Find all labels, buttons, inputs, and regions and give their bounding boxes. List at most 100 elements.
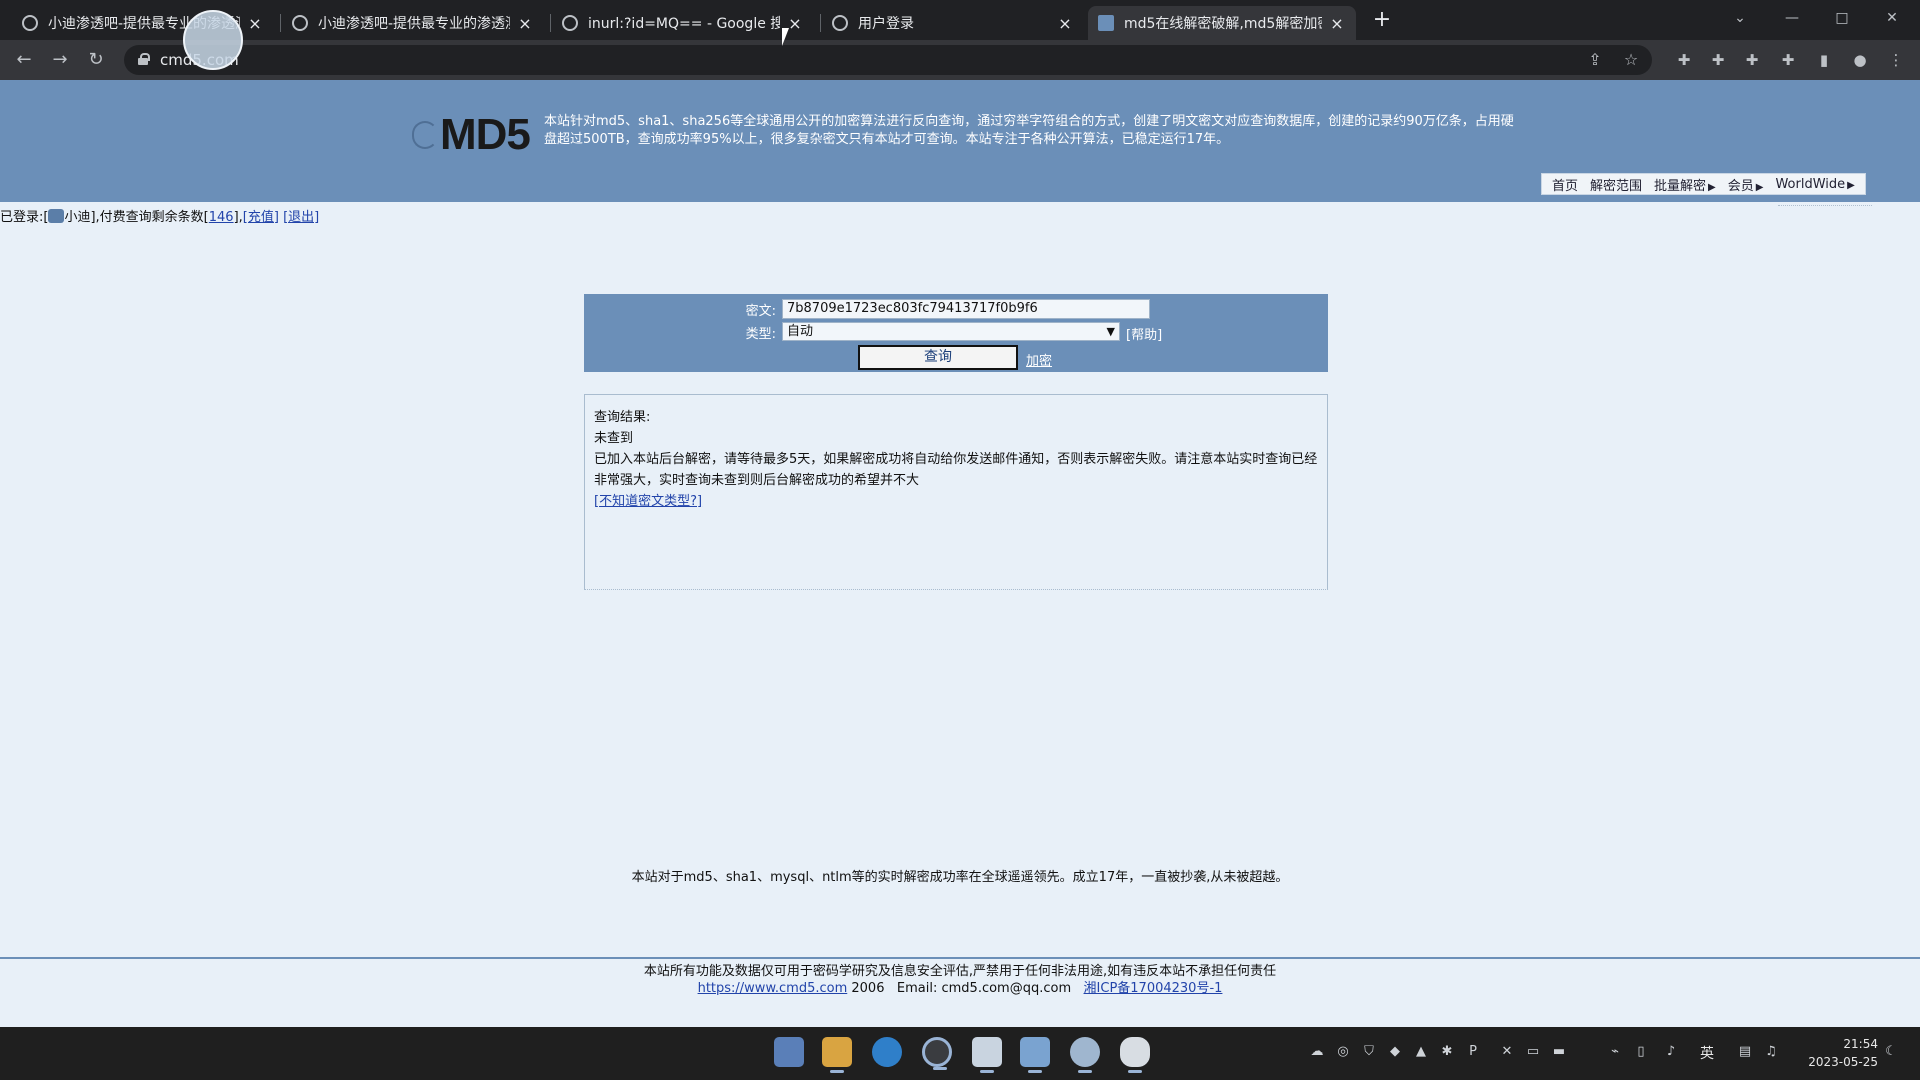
display-icon[interactable]: ▭: [1524, 1043, 1542, 1061]
photos-icon[interactable]: [1020, 1037, 1050, 1073]
site-header: MD5 本站针对md5、sha1、sha256等全球通用公开的加密算法进行反向查…: [0, 80, 1920, 202]
login-prefix: 已登录:[: [0, 210, 49, 225]
result-heading: 查询结果:: [594, 410, 651, 425]
settings-icon[interactable]: [1120, 1037, 1150, 1073]
tab-close-icon[interactable]: ×: [516, 14, 534, 33]
nav-label: 首页: [1552, 178, 1579, 194]
nav-batch-decrypt[interactable]: 批量解密 ▶: [1648, 175, 1722, 194]
cloud-icon[interactable]: ☁: [1308, 1043, 1326, 1061]
browser-toolbar: ← → ↻ cmd5.com ⇪ ☆ ✚ ✚ ✚ ✚ ▮ ● ⋮: [0, 40, 1920, 80]
help-link[interactable]: [帮助]: [1126, 324, 1162, 343]
extensions-puzzle-icon[interactable]: ✚: [1778, 50, 1798, 70]
footer-year: 2006: [851, 981, 885, 996]
tray-app-icon[interactable]: ▲: [1412, 1043, 1430, 1061]
tab-close-icon[interactable]: ×: [246, 14, 264, 33]
extension-icon[interactable]: ✚: [1742, 50, 1762, 70]
forward-button[interactable]: →: [46, 46, 74, 74]
chrome-icon[interactable]: [922, 1037, 952, 1070]
side-panel-icon[interactable]: ▮: [1814, 50, 1834, 70]
new-tab-button[interactable]: +: [1368, 6, 1396, 34]
taskbar: ☁ ◎ ⛉ ◆ ▲ ✱ P ✕ ▭ ▬ ⌁ ▯ ♪ 英 ▤ ♫ 21:54 20…: [0, 1027, 1920, 1080]
username: 小迪: [64, 210, 91, 225]
footer-icp-link[interactable]: 湘ICP备17004230号-1: [1084, 981, 1223, 996]
profile-icon[interactable]: ●: [1850, 50, 1870, 70]
tab-xiaodi-2[interactable]: 小迪渗透吧-提供最专业的渗透测 ×: [282, 6, 544, 40]
start-icon[interactable]: [774, 1037, 804, 1067]
encrypt-link[interactable]: 加密: [1026, 350, 1052, 369]
browser-tab-bar: 小迪渗透吧-提供最专业的渗透测 × 小迪渗透吧-提供最专业的渗透测 × inur…: [0, 0, 1920, 40]
recharge-link[interactable]: [充值]: [243, 210, 279, 225]
result-message: 已加入本站后台解密，请等待最多5天，如果解密成功将自动给你发送邮件通知，否则表示…: [594, 452, 1318, 488]
share-icon[interactable]: ⇪: [1584, 49, 1606, 71]
site-logo[interactable]: MD5: [412, 110, 531, 160]
type-select[interactable]: 自动 ▼: [782, 322, 1120, 341]
wifi-icon[interactable]: ▤: [1736, 1043, 1754, 1061]
globe-icon: [832, 15, 848, 31]
chevron-down-icon: ▼: [1106, 325, 1115, 338]
query-button[interactable]: 查询: [858, 345, 1018, 370]
back-button[interactable]: ←: [10, 46, 38, 74]
lock-icon[interactable]: [138, 53, 150, 65]
tab-title: inurl:?id=MQ== - Google 搜索: [588, 16, 780, 32]
nav-label: 批量解密: [1654, 178, 1707, 194]
tray-app-icon[interactable]: ✕: [1498, 1043, 1516, 1061]
footer-divider: [0, 957, 1920, 959]
nav-decrypt-range[interactable]: 解密范围: [1584, 175, 1648, 194]
close-window-button[interactable]: ✕: [1872, 4, 1912, 32]
tab-separator: [280, 14, 281, 32]
clock-date[interactable]: 2023-05-25: [1794, 1055, 1878, 1069]
clock-time[interactable]: 21:54: [1824, 1037, 1878, 1051]
footer-info: https://www.cmd5.com 2006 Email: cmd5.co…: [0, 977, 1920, 996]
nav-label: 解密范围: [1590, 178, 1643, 194]
notification-icon[interactable]: ☾: [1882, 1043, 1900, 1061]
logout-link[interactable]: [退出]: [283, 210, 319, 225]
address-bar[interactable]: cmd5.com ⇪ ☆: [124, 45, 1652, 75]
tray-app-icon[interactable]: P: [1464, 1043, 1482, 1061]
tab-md5-active[interactable]: md5在线解密破解,md5解密加密 ×: [1088, 6, 1356, 40]
mouse-pointer-icon: [782, 28, 789, 46]
tray-app-icon[interactable]: ▬: [1550, 1043, 1568, 1061]
tab-user-login[interactable]: 用户登录 ×: [822, 6, 1084, 40]
battery-icon[interactable]: ▯: [1632, 1043, 1650, 1061]
tray-app-icon[interactable]: ◆: [1386, 1043, 1404, 1061]
result-status: 未查到: [594, 431, 634, 446]
maximize-button[interactable]: □: [1822, 4, 1862, 32]
app-icon[interactable]: [972, 1037, 1002, 1073]
tab-google-search[interactable]: inurl:?id=MQ== - Google 搜索 ×: [552, 6, 814, 40]
app-icon[interactable]: [1070, 1037, 1100, 1073]
tab-close-icon[interactable]: ×: [1328, 14, 1346, 33]
settings-gear-icon[interactable]: ✱: [1438, 1043, 1456, 1061]
edge-icon[interactable]: [872, 1037, 902, 1067]
tab-search-icon[interactable]: ⌄: [1720, 4, 1760, 32]
bookmark-star-icon[interactable]: ☆: [1620, 49, 1642, 71]
tab-title: md5在线解密破解,md5解密加密: [1124, 16, 1322, 32]
tray-app-icon[interactable]: ◎: [1334, 1043, 1352, 1061]
tab-separator: [820, 14, 821, 32]
nav-worldwide[interactable]: WorldWide ▶: [1769, 177, 1860, 192]
type-selected-value: 自动: [787, 324, 814, 339]
tab-close-icon[interactable]: ×: [1056, 14, 1074, 33]
extension-icon[interactable]: ✚: [1708, 50, 1728, 70]
cursor-highlight: [183, 10, 243, 70]
remaining-count[interactable]: 146: [209, 210, 234, 225]
tab-separator: [550, 14, 551, 32]
shield-icon[interactable]: ⛉: [1360, 1043, 1378, 1061]
network-icon[interactable]: ⌁: [1606, 1043, 1624, 1061]
nav-home[interactable]: 首页: [1546, 175, 1584, 194]
menu-icon[interactable]: ⋮: [1886, 50, 1906, 70]
google-icon: [562, 15, 578, 31]
file-explorer-icon[interactable]: [822, 1037, 852, 1073]
cipher-type-help-link[interactable]: [不知道密文类型?]: [594, 494, 702, 509]
nav-member[interactable]: 会员 ▶: [1722, 175, 1770, 194]
site-claim: 本站对于md5、sha1、mysql、ntlm等的实时解密成功率在全球遥遥领先。…: [631, 870, 1289, 885]
login-status: 已登录:[小迪],付费查询剩余条数[146],[充值] [退出]: [0, 206, 319, 225]
volume-icon[interactable]: ♫: [1762, 1043, 1780, 1061]
minimize-button[interactable]: —: [1772, 4, 1812, 32]
footer-site-link[interactable]: https://www.cmd5.com: [698, 981, 848, 996]
cipher-input[interactable]: 7b8709e1723ec803fc79413717f0b9f6: [782, 299, 1150, 319]
microphone-icon[interactable]: ♪: [1662, 1043, 1680, 1061]
reload-button[interactable]: ↻: [82, 46, 110, 74]
extension-icon[interactable]: ✚: [1674, 50, 1694, 70]
login-middle: ],付费查询剩余条数[: [90, 210, 209, 225]
input-language[interactable]: 英: [1700, 1043, 1714, 1063]
